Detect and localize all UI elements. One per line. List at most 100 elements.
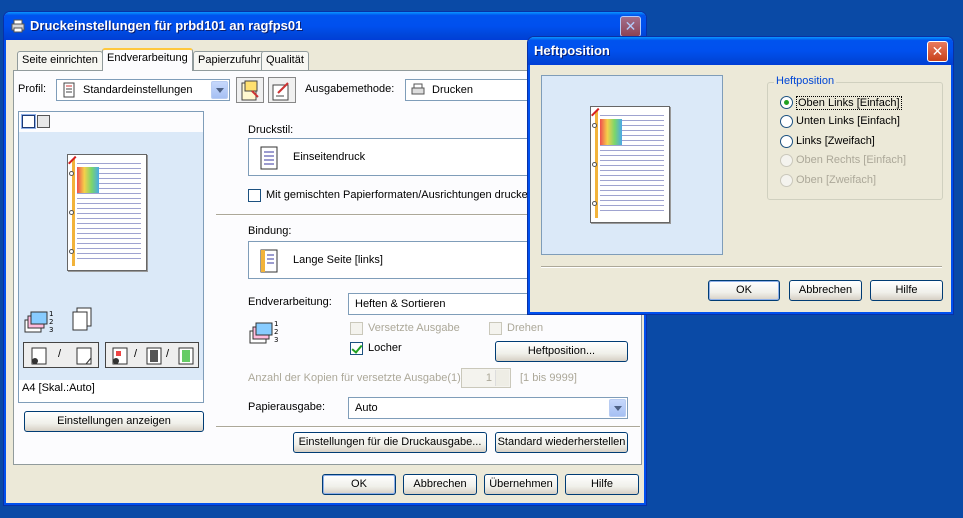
- profile-edit-button[interactable]: [268, 77, 296, 103]
- staple-position-button[interactable]: Heftposition...: [495, 341, 628, 362]
- dialog-cancel-button[interactable]: Abbrechen: [789, 280, 862, 301]
- finishing-value: Heften & Sortieren: [355, 298, 446, 310]
- binding-left-icon: [260, 249, 278, 273]
- option-top-double: Oben [Zweifach]: [796, 174, 877, 186]
- svg-text:3: 3: [274, 336, 278, 344]
- profile-add-icon: [241, 80, 259, 101]
- profile-dropdown[interactable]: Standardeinstellungen: [56, 79, 230, 101]
- radio-top-right-single[interactable]: [780, 154, 793, 167]
- print-output-settings-button[interactable]: Einstellungen für die Druckausgabe...: [293, 432, 487, 453]
- svg-text:3: 3: [49, 326, 53, 334]
- full-color-page-icon: [178, 347, 194, 365]
- rotate-label: Drehen: [507, 322, 544, 334]
- dialog-ok-button[interactable]: OK: [708, 280, 780, 301]
- page-preview: [590, 106, 670, 223]
- tab-paper-source[interactable]: Papierzufuhr: [193, 51, 266, 70]
- finishing-label: Endverarbeitung:: [248, 296, 332, 308]
- profile-icon: [63, 82, 75, 98]
- pages-stack-icon: [72, 307, 92, 331]
- color-page-icon: [112, 347, 128, 365]
- offset-output-label: Versetzte Ausgabe: [368, 322, 460, 334]
- mixed-formats-checkbox[interactable]: [248, 189, 261, 202]
- staple-sort-icon: 123: [249, 320, 278, 344]
- close-icon: ✕: [931, 43, 944, 59]
- print-style-label: Druckstil:: [248, 124, 294, 136]
- slash-separator: /: [58, 348, 62, 360]
- print-style-selector[interactable]: Einseitendruck: [248, 138, 528, 176]
- tab-label: Qualität: [266, 54, 304, 66]
- offset-copies-spinner[interactable]: 1: [461, 368, 511, 388]
- option-top-right-single: Oben Rechts [Einfach]: [796, 154, 907, 166]
- chevron-down-icon[interactable]: [211, 81, 228, 99]
- tab-finishing[interactable]: Endverarbeitung: [102, 48, 193, 71]
- slash-separator: /: [134, 348, 138, 360]
- page-preview: [67, 154, 147, 271]
- preview-area: 123 / / /: [19, 132, 203, 380]
- paper-output-label: Papierausgabe:: [248, 401, 326, 413]
- svg-text:1: 1: [274, 320, 278, 328]
- dialog-help-button[interactable]: Hilfe: [870, 280, 943, 301]
- tab-label: Seite einrichten: [22, 54, 98, 66]
- image-thumbnail-icon: [77, 167, 99, 193]
- cancel-button[interactable]: Abbrechen: [403, 474, 477, 495]
- binding-label: Bindung:: [248, 225, 292, 237]
- output-method-value: Drucken: [432, 84, 473, 96]
- double-sided-icon: [76, 347, 92, 365]
- profile-edit-icon: [272, 82, 289, 101]
- dialog-close-button[interactable]: ✕: [927, 41, 948, 62]
- offset-output-checkbox[interactable]: [350, 322, 363, 335]
- radio-top-left-single[interactable]: [780, 96, 793, 109]
- duplex-mode-button[interactable]: /: [23, 342, 99, 368]
- punch-checkbox[interactable]: [350, 342, 363, 355]
- preview-pane: 123 / / / A4 [Skal.:Auto]: [18, 111, 204, 403]
- bottom-divider: [216, 426, 640, 428]
- staple-position-dialog: Heftposition ✕ Heftposition Oben Links […: [527, 36, 954, 315]
- svg-text:2: 2: [49, 318, 53, 326]
- profile-value: Standardeinstellungen: [83, 84, 193, 96]
- printer-view-icon[interactable]: [37, 115, 50, 128]
- apply-button[interactable]: Übernehmen: [484, 474, 558, 495]
- dialog-titlebar[interactable]: Heftposition ✕: [528, 37, 953, 65]
- svg-text:2: 2: [274, 328, 278, 336]
- paper-output-value: Auto: [355, 402, 378, 414]
- tab-label: Endverarbeitung: [107, 52, 188, 64]
- printer-icon: [411, 83, 425, 95]
- slash-separator: /: [166, 348, 170, 360]
- rotate-checkbox[interactable]: [489, 322, 502, 335]
- mixed-formats-label: Mit gemischten Papierformaten/Ausrichtun…: [266, 189, 534, 201]
- show-settings-button[interactable]: Einstellungen anzeigen: [24, 411, 204, 432]
- view-toggle-bar: [19, 112, 203, 132]
- dialog-title: Heftposition: [534, 43, 610, 58]
- radio-left-double[interactable]: [780, 135, 793, 148]
- paper-output-dropdown[interactable]: Auto: [348, 397, 628, 419]
- radio-top-double[interactable]: [780, 174, 793, 187]
- profile-label: Profil:: [18, 83, 47, 95]
- color-mode-button[interactable]: / /: [105, 342, 199, 368]
- spinner-arrows-icon[interactable]: [495, 370, 509, 386]
- dialog-divider: [541, 266, 942, 268]
- print-style-value: Einseitendruck: [293, 151, 366, 163]
- binding-selector[interactable]: Lange Seite [links]: [248, 241, 528, 279]
- gray-page-icon: [146, 347, 162, 365]
- binding-value: Lange Seite [links]: [293, 254, 383, 266]
- radio-bottom-left-single[interactable]: [780, 115, 793, 128]
- chevron-down-icon[interactable]: [609, 399, 626, 417]
- group-label: Heftposition: [774, 75, 837, 87]
- help-button[interactable]: Hilfe: [565, 474, 639, 495]
- tab-page-setup[interactable]: Seite einrichten: [17, 51, 103, 70]
- offset-copies-value: 1: [485, 372, 492, 384]
- offset-copies-range: [1 bis 9999]: [520, 372, 577, 384]
- offset-copies-label: Anzahl der Kopien für versetzte Ausgabe(…: [248, 372, 464, 384]
- printer-icon: [11, 19, 25, 33]
- single-sided-icon: [31, 347, 47, 365]
- main-close-button[interactable]: ✕: [620, 16, 641, 37]
- restore-defaults-button[interactable]: Standard wiederherstellen: [495, 432, 628, 453]
- page-view-icon[interactable]: [22, 115, 35, 128]
- profile-add-button[interactable]: [236, 77, 264, 103]
- option-bottom-left-single: Unten Links [Einfach]: [796, 115, 900, 127]
- paper-info-label: A4 [Skal.:Auto]: [22, 382, 95, 394]
- main-window-title: Druckeinstellungen für prbd101 an ragfps…: [30, 18, 303, 33]
- ok-button[interactable]: OK: [322, 474, 396, 495]
- tab-quality[interactable]: Qualität: [261, 51, 309, 70]
- punch-label: Locher: [368, 342, 402, 354]
